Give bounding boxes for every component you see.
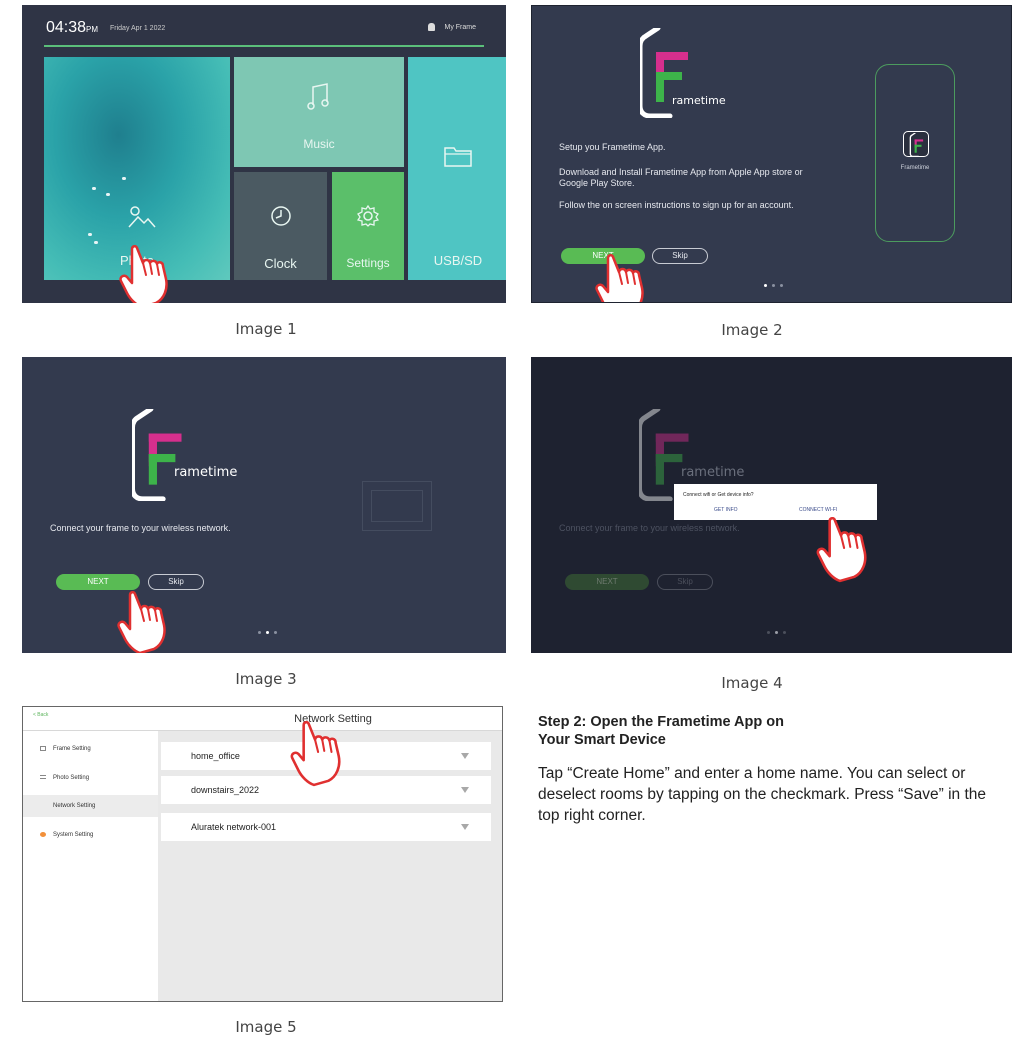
caption-image-4: Image 4 [721,674,783,692]
logo-wordmark: rametime [672,94,726,107]
sidebar-item-photo-setting[interactable]: Photo Setting [23,767,158,789]
wifi-choice-dialog: Connect wifi or Get device info? GET INF… [674,484,877,520]
user-icon [427,23,435,31]
image-2-setup-app: rametime Setup you Frametime App. Downlo… [531,5,1012,303]
sidebar-item-network-setting[interactable]: Network Setting [23,795,158,817]
wifi-icon [461,824,469,830]
connect-message: Connect your frame to your wireless netw… [50,523,231,533]
frametime-logo [132,409,184,501]
image-1-home-screen: 04:38PM Friday Apr 1 2022 My Frame Photo… [22,5,506,303]
frame-illustration [362,481,432,531]
page-dot [775,631,778,634]
app-icon [903,131,929,157]
caption-image-5: Image 5 [235,1018,297,1036]
sidebar-item-system-setting[interactable]: System Setting [23,824,158,846]
page-dot [274,631,277,634]
hand-pointer-icon [290,721,341,787]
connect-wifi-button[interactable]: CONNECT WI-FI [799,507,837,513]
caption-image-1: Image 1 [235,320,297,338]
page-dot [783,631,786,634]
hand-pointer-icon [119,245,168,303]
folder-icon [444,147,472,167]
frame-icon [40,746,46,751]
settings-label: Settings [346,256,390,270]
back-button[interactable]: < Back [33,712,48,718]
system-icon [40,832,46,837]
hand-pointer-icon [816,517,867,583]
page-dot [266,631,269,634]
setup-line-2: Download and Install Frametime App from … [559,167,803,188]
gear-icon [357,205,379,227]
sidebar-item-frame-setting[interactable]: Frame Setting [23,738,158,760]
clock-tile[interactable]: Clock [234,172,327,280]
step-heading: Step 2: Open the Frametime App on Your S… [538,714,784,748]
caption-image-3: Image 3 [235,670,297,688]
logo-wordmark: rametime [174,465,238,480]
logo-wordmark: rametime [681,465,745,480]
image-3-connect-wifi: rametime Connect your frame to your wire… [22,357,506,653]
user-profile[interactable]: My Frame [427,23,476,31]
page-indicator [764,284,788,288]
network-item[interactable]: Aluratek network-001 [161,813,491,841]
divider [44,45,484,47]
image-5-network-setting: < Back Network Setting Frame Setting Pho… [22,706,503,1002]
phone-illustration: Frametime [875,64,955,242]
get-info-button[interactable]: GET INFO [714,507,738,513]
next-button[interactable]: NEXT [56,574,140,590]
clock-time: 04:38PM [46,19,99,36]
page-dot [258,631,261,634]
date-label: Friday Apr 1 2022 [110,25,166,32]
music-tile[interactable]: Music [234,57,404,167]
hand-pointer-icon [595,254,644,302]
usb-sd-label: USB/SD [433,253,483,268]
music-note-icon [307,83,329,110]
page-indicator [767,631,791,635]
page-dot [764,284,767,287]
caption-image-2: Image 2 [721,321,783,339]
setup-line-1: Setup you Frametime App. [559,142,666,152]
skip-button[interactable]: Skip [148,574,204,590]
clock-label: Clock [264,256,297,271]
image-4-wifi-dialog: rametime Connect your frame to your wire… [531,357,1012,653]
music-label: Music [303,137,335,151]
step-instructions: Tap “Create Home” and enter a home name.… [538,765,986,824]
status-bar: 04:38PM Friday Apr 1 2022 My Frame [22,5,506,45]
usb-sd-tile[interactable]: USB/SD [408,57,506,280]
wifi-icon [461,753,469,759]
landscape-icon [128,206,156,228]
page-dot [767,631,770,634]
wifi-icon [461,787,469,793]
page-dot [772,284,775,287]
settings-sidebar: Frame Setting Photo Setting Network Sett… [23,731,158,1001]
phone-app-label: Frametime [900,165,930,171]
hand-pointer-icon [117,591,166,653]
page-indicator [258,631,282,635]
skip-button[interactable]: Skip [657,574,713,590]
settings-tile[interactable]: Settings [332,172,404,280]
photo-icon [40,775,46,779]
setup-line-3: Follow the on screen instructions to sig… [559,200,794,210]
skip-button[interactable]: Skip [652,248,708,264]
clock-icon [271,206,291,226]
dialog-message: Connect wifi or Get device info? [683,492,754,498]
page-dot [780,284,783,287]
next-button[interactable]: NEXT [565,574,649,590]
